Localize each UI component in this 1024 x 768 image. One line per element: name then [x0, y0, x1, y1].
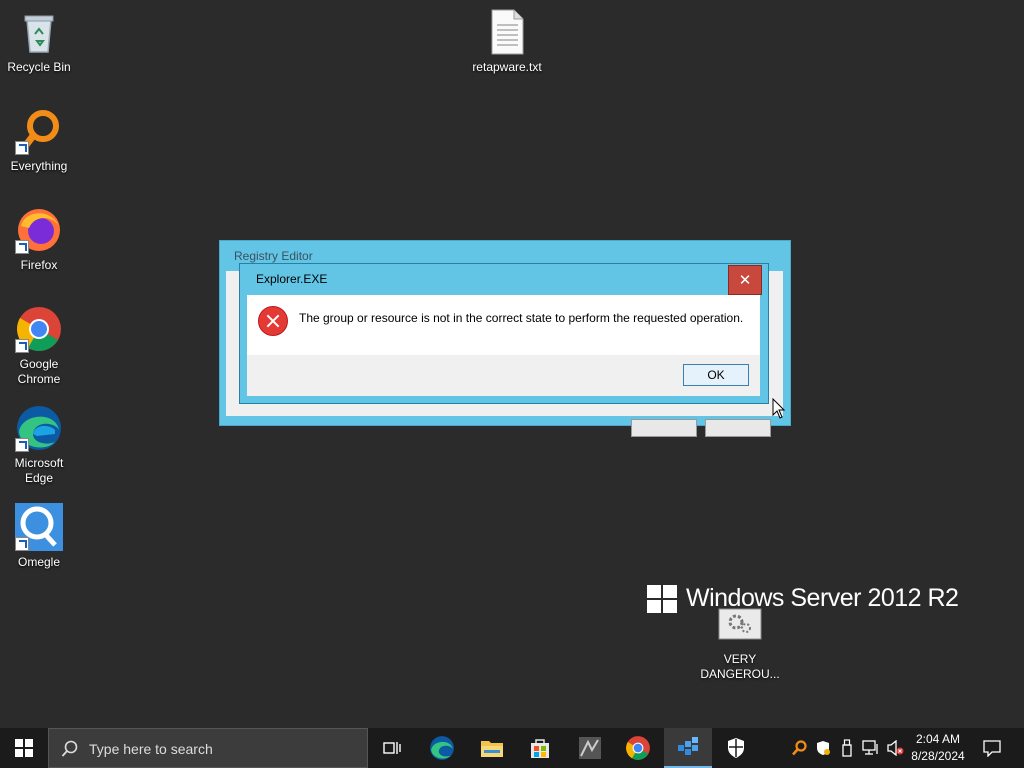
desktop-icon-label: Omegle [17, 555, 61, 569]
taskbar-regedit[interactable] [664, 728, 712, 768]
desktop-icon-label: VERY DANGEROU... [700, 652, 780, 681]
dialog-footer: OK [247, 355, 760, 396]
shortcut-arrow-icon [15, 438, 29, 452]
window-title: Registry Editor [234, 249, 313, 263]
tray-volume[interactable] [884, 728, 906, 768]
clock-date: 8/28/2024 [911, 749, 965, 763]
volume-muted-icon [887, 740, 904, 756]
task-view-icon [383, 742, 401, 754]
chrome-icon [15, 305, 63, 353]
taskbar: Type here to search 2:04 AM 8/28/2024 [0, 728, 1024, 768]
desktop-icon-label: Microsoft Edge [14, 456, 64, 485]
usb-icon [842, 739, 852, 757]
everything-icon [792, 740, 807, 756]
dialog-title: Explorer.EXE [256, 272, 328, 286]
notification-center-button[interactable] [974, 728, 1010, 768]
text-file-icon [483, 8, 531, 56]
taskbar-clock[interactable]: 2:04 AM 8/28/2024 [906, 731, 970, 765]
edge-icon [430, 736, 454, 760]
shortcut-arrow-icon [15, 141, 29, 155]
edge-icon [15, 404, 63, 452]
close-button[interactable]: ✕ [728, 265, 762, 295]
search-icon [61, 740, 78, 757]
tray-usb[interactable] [836, 728, 858, 768]
firefox-icon [15, 206, 63, 254]
mouse-cursor-icon [772, 397, 786, 425]
desktop-icon-everything[interactable]: Everything [1, 107, 77, 174]
notification-icon [983, 740, 1001, 757]
tray-defender[interactable] [812, 728, 834, 768]
taskbar-search-box[interactable]: Type here to search [48, 728, 368, 768]
security-icon [728, 738, 744, 758]
everything-search-icon [15, 107, 63, 155]
desktop-icon-very-dangerous[interactable]: VERY DANGEROU... [700, 608, 780, 682]
app-icon [579, 737, 601, 759]
desktop-icon-recycle-bin[interactable]: Recycle Bin [1, 8, 77, 75]
defender-icon [817, 741, 830, 755]
desktop-icon-microsoft-edge[interactable]: Microsoft Edge [1, 404, 77, 486]
desktop-icon-label: retapware.txt [472, 60, 542, 74]
omegle-icon [15, 503, 63, 551]
taskbar-file-explorer[interactable] [468, 728, 516, 768]
error-icon [258, 306, 288, 336]
store-icon [531, 739, 549, 758]
taskbar-app[interactable] [566, 728, 614, 768]
windows-start-icon [15, 739, 33, 757]
desktop-icon-google-chrome[interactable]: Google Chrome [1, 305, 77, 387]
desktop-icon-retapware-txt[interactable]: retapware.txt [469, 8, 545, 75]
error-message: The group or resource is not in the corr… [299, 311, 744, 325]
desktop-icon-label: Firefox [20, 258, 58, 272]
regedit-icon [678, 737, 698, 755]
taskbar-security[interactable] [712, 728, 760, 768]
desktop-icon-label: Google Chrome [17, 357, 61, 386]
desktop-icon-firefox[interactable]: Firefox [1, 206, 77, 273]
ok-button[interactable]: OK [683, 364, 749, 386]
network-icon [862, 740, 878, 755]
desktop-icon-label: Everything [10, 159, 68, 173]
start-button[interactable] [0, 728, 48, 768]
task-view-button[interactable] [370, 728, 414, 768]
chrome-icon [626, 736, 650, 760]
desktop-icon-label: Recycle Bin [7, 60, 71, 74]
recycle-bin-icon [15, 8, 63, 56]
shortcut-arrow-icon [15, 240, 29, 254]
tray-network[interactable] [860, 728, 882, 768]
clock-time: 2:04 AM [915, 732, 961, 746]
tray-everything[interactable] [788, 728, 810, 768]
taskbar-chrome[interactable] [614, 728, 662, 768]
dialog-content: The group or resource is not in the corr… [247, 295, 760, 355]
taskbar-edge[interactable] [418, 728, 466, 768]
search-placeholder: Type here to search [89, 741, 213, 757]
shortcut-arrow-icon [15, 537, 29, 551]
file-explorer-icon [481, 741, 503, 757]
taskbar-store[interactable] [516, 728, 564, 768]
hidden-button[interactable] [705, 419, 771, 437]
windows-logo-icon [647, 585, 677, 613]
shortcut-arrow-icon [15, 339, 29, 353]
error-dialog[interactable]: Explorer.EXE ✕ The group or resource is … [239, 263, 769, 404]
desktop-icon-omegle[interactable]: Omegle [1, 503, 77, 570]
os-branding-text: Windows Server 2012 R2 [686, 584, 959, 612]
hidden-button[interactable] [631, 419, 697, 437]
